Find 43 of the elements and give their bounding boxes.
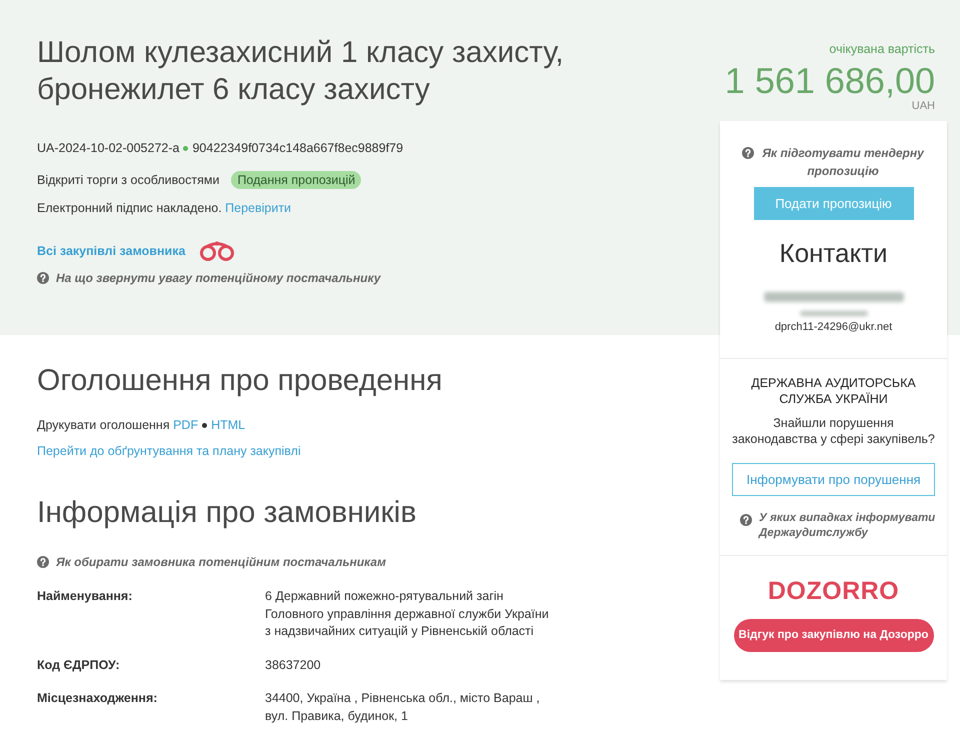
help-link[interactable]: Як обирати замовника потенційним постачальникам [37,553,386,571]
field-value: 6 Державний пожежно-рятувальний загін Головного управління державної служби України з надзвичайних ситуацій у Рівненській області [265,588,550,640]
help-link[interactable]: У яких випадках інформувати Держаудитслужбу [740,511,939,541]
help-icon [740,514,752,526]
help-icon [742,147,754,159]
contact-email: dprch11-24296@ukr.net [774,320,894,334]
section-heading: Інформація про замовників [37,495,418,531]
help-icon [37,556,49,568]
report-violation-button[interactable]: Інформувати про порушення [732,463,935,496]
tender-title: Шолом кулезахисний 1 класу захисту, бронежилет 6 класу захисту [37,35,565,108]
dot-icon [183,146,188,150]
print-announcement-line: Друкувати оголошення PDF HTML [37,417,246,434]
binoculars-icon [199,240,236,262]
budget-amount: 1 561 686,00 [724,63,936,99]
contacts-heading: Контакти [778,237,889,269]
separator-dot-icon [202,423,208,428]
tender-id: UA-2024-10-02-005272-a [37,140,180,157]
customer-tenders-link[interactable]: Всі закупівлі замовника [37,242,186,260]
violation-question: Знайшли порушення законодавства у сфері закупівель? [731,415,936,447]
help-link[interactable]: На що звернути увагу потенційному постачальнику [37,269,381,287]
procurement-plan-link[interactable]: Перейти до обґрунтування та плану закупівлі [37,444,301,458]
field-label: Код ЄДРПОУ: [37,656,121,674]
field-value: 34400, Україна , Рівненська обл., місто Вараш , вул. Правика, будинок, 1 [265,690,541,725]
currency-label: UAH [910,100,936,112]
submit-proposal-button[interactable]: Подати пропозицію [754,187,914,220]
section-heading: Оголошення про проведення [37,363,444,399]
field-label: Найменування: [37,588,134,605]
status-badge: Подання пропозицій [231,171,362,189]
help-icon [37,272,49,284]
auditor-service-title: ДЕРЖАВНА АУДИТОРСЬКА СЛУЖБА УКРАЇНИ [750,375,917,407]
print-format-link[interactable]: PDF [173,418,198,432]
tender-hash: 90422349f0734c148a667f8ec9889f79 [192,140,404,157]
help-link[interactable]: Як підготувати тендерну пропозицію [742,144,925,180]
signature-note: Електронний підпис накладено. Перевірити [37,200,292,217]
verify-link[interactable]: Перевірити [225,201,292,215]
blurred-phone [800,311,868,316]
field-value: 38637200 [265,656,322,674]
dozorro-feedback-button[interactable]: Відгук про закупівлю на Дозорро [734,619,934,652]
procedure-type: Відкриті торги з особливостями [37,172,220,189]
print-format-link[interactable]: HTML [211,418,246,432]
dozorro-logo: DOZORRO [766,576,900,606]
budget-label: очікувана вартість [828,41,936,57]
field-label: Місцезнаходження: [37,690,158,707]
